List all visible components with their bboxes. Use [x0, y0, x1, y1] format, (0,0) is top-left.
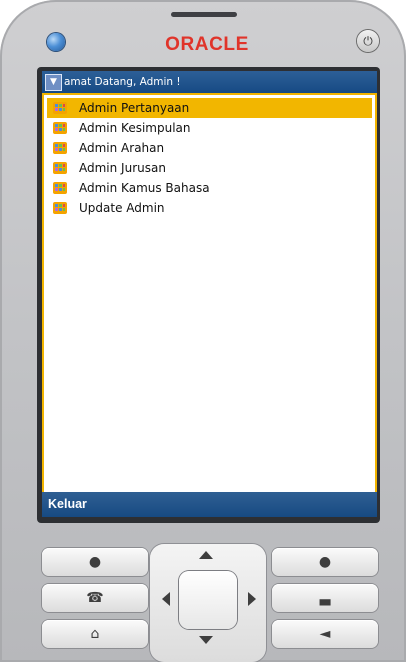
- chevron-down-icon: ▼: [50, 77, 57, 87]
- device-screen: ▼ amat Datang, Admin ! Admin Pertanyaan A…: [42, 71, 377, 517]
- arrow-left-icon[interactable]: [162, 592, 170, 606]
- app-icon: [53, 202, 67, 214]
- list-item-label: Admin Pertanyaan: [79, 101, 190, 115]
- list-item-label: Admin Jurusan: [79, 161, 166, 175]
- softkey-left-keluar[interactable]: Keluar: [48, 492, 87, 517]
- left-soft-key[interactable]: ●: [42, 548, 148, 576]
- back-key[interactable]: ◄: [272, 620, 378, 648]
- app-icon: [53, 182, 67, 194]
- list-item[interactable]: Admin Pertanyaan: [47, 98, 372, 118]
- app-icon: [53, 142, 67, 154]
- arrow-down-icon[interactable]: [199, 636, 213, 644]
- brand-logo: ORACLE: [165, 34, 249, 55]
- app-icon: [53, 102, 67, 114]
- phone-body: ORACLE ⏻ ▼ amat Datang, Admin ! Admin Pe…: [0, 0, 406, 662]
- call-key[interactable]: ☎: [42, 584, 148, 612]
- end-call-key[interactable]: ▃: [272, 584, 378, 612]
- home-icon: ⌂: [90, 626, 100, 642]
- list-item[interactable]: Admin Kamus Bahasa: [47, 178, 372, 198]
- arrow-up-icon[interactable]: [199, 551, 213, 559]
- list-item-label: Update Admin: [79, 201, 165, 215]
- softkey-bar: Keluar: [42, 492, 377, 517]
- app-icon: [53, 162, 67, 174]
- status-led-icon: [47, 33, 65, 51]
- dot-icon: ●: [88, 554, 102, 570]
- screen-titlebar: ▼ amat Datang, Admin !: [42, 71, 377, 93]
- list-item-label: Admin Arahan: [79, 141, 165, 155]
- home-key[interactable]: ⌂: [42, 620, 148, 648]
- power-button[interactable]: ⏻: [357, 30, 379, 52]
- list-item[interactable]: Admin Jurusan: [47, 158, 372, 178]
- dpad-select-button[interactable]: [179, 571, 237, 629]
- list-item[interactable]: Update Admin: [47, 198, 372, 218]
- earpiece-speaker: [171, 12, 237, 17]
- menu-list-frame: Admin Pertanyaan Admin Kesimpulan Admin Ar…: [42, 93, 377, 494]
- list-item[interactable]: Admin Arahan: [47, 138, 372, 158]
- dot-icon: ●: [318, 554, 332, 570]
- right-soft-key[interactable]: ●: [272, 548, 378, 576]
- arrow-right-icon[interactable]: [248, 592, 256, 606]
- list-item-label: Admin Kesimpulan: [79, 121, 191, 135]
- phone-call-icon: ☎: [86, 590, 104, 606]
- screen-title: amat Datang, Admin !: [64, 76, 181, 88]
- power-icon: ⏻: [363, 33, 373, 48]
- phone-end-icon: ▃: [319, 590, 331, 606]
- menu-dropdown-button[interactable]: ▼: [45, 74, 62, 91]
- app-icon: [53, 122, 67, 134]
- menu-list: Admin Pertanyaan Admin Kesimpulan Admin Ar…: [47, 98, 372, 218]
- list-item-label: Admin Kamus Bahasa: [79, 181, 210, 195]
- list-item[interactable]: Admin Kesimpulan: [47, 118, 372, 138]
- back-icon: ◄: [319, 626, 331, 642]
